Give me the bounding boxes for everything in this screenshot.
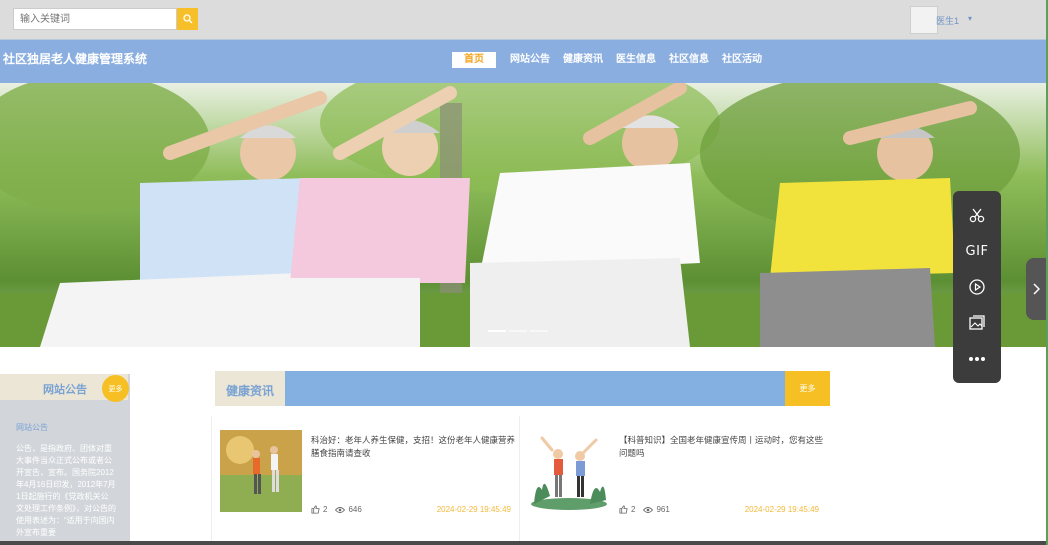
- image-button[interactable]: [953, 305, 1001, 341]
- scissors-icon: [969, 208, 985, 223]
- image-icon: [969, 315, 985, 330]
- health-news-header: 健康资讯 更多: [215, 371, 830, 406]
- news-thumbnail: [220, 430, 302, 512]
- news-card-date: 2024-02-29 19:45:49: [436, 505, 511, 514]
- carousel-dot[interactable]: [488, 330, 506, 332]
- announcement-body: 公告，是指政府、团体对重大事件当众正式公布或者公开宣告，宣布。国务院2012年4…: [16, 444, 116, 537]
- top-bar: 医生1 ▾: [0, 0, 1046, 40]
- more-button[interactable]: [953, 341, 1001, 377]
- chevron-down-icon[interactable]: ▾: [968, 14, 972, 23]
- avatar[interactable]: [910, 6, 938, 34]
- banner-carousel[interactable]: [0, 83, 1046, 347]
- nav-item-health-news[interactable]: 健康资讯: [563, 52, 603, 68]
- carousel-dot[interactable]: [509, 330, 527, 332]
- news-card[interactable]: 【科普知识】全国老年健康宣传周丨运动时，您有这些问题吗 2 961 2024-0…: [519, 416, 827, 544]
- like-count-value: 2: [323, 505, 328, 514]
- eye-icon: [335, 506, 346, 513]
- health-news-title: 健康资讯: [226, 384, 275, 398]
- announcement-title: 网站公告: [43, 384, 87, 396]
- carousel-dot[interactable]: [530, 330, 548, 332]
- news-thumbnail: [528, 430, 610, 512]
- like-count-value: 2: [631, 505, 636, 514]
- news-card[interactable]: 科治好：老年人养生保健，支招！这份老年人健康营养膳食指南请查收 2 646 20…: [211, 416, 519, 544]
- thumbs-up-icon: [311, 505, 320, 514]
- site-title: 社区独居老人健康管理系统: [3, 52, 148, 66]
- nav-bar: 社区独居老人健康管理系统 首页 网站公告 健康资讯 医生信息 社区信息 社区活动: [0, 40, 1046, 83]
- screenshot-button[interactable]: [953, 197, 1001, 233]
- news-card-title[interactable]: 科治好：老年人养生保健，支招！这份老年人健康营养膳食指南请查收: [311, 434, 516, 460]
- floating-toolbar: GIF: [953, 191, 1001, 383]
- like-count[interactable]: 2: [311, 505, 327, 514]
- nav-item-activities[interactable]: 社区活动: [722, 52, 762, 68]
- health-news-title-box: 健康资讯: [215, 371, 285, 406]
- horizontal-scrollbar[interactable]: [0, 541, 1046, 545]
- search-icon: [182, 14, 192, 24]
- search-input[interactable]: [13, 8, 177, 30]
- more-icon: [969, 357, 985, 361]
- nav-item-home[interactable]: 首页: [452, 52, 496, 68]
- chevron-right-icon: [1033, 283, 1040, 295]
- announcement-panel: 网站公告 更多 网站公告 公告，是指政府、团体对重大事件当众正式公布或者公开宣告…: [0, 374, 130, 545]
- nav-item-doctors[interactable]: 医生信息: [616, 52, 656, 68]
- news-card-date: 2024-02-29 19:45:49: [744, 505, 819, 514]
- play-icon: [969, 279, 985, 295]
- side-expand-tab[interactable]: [1026, 258, 1046, 320]
- record-button[interactable]: [953, 269, 1001, 305]
- thumbs-up-icon: [619, 505, 628, 514]
- announcement-item-title[interactable]: 网站公告: [16, 422, 48, 433]
- eye-icon: [643, 506, 654, 513]
- announcement-more-button[interactable]: 更多: [102, 375, 129, 402]
- nav-item-announcements[interactable]: 网站公告: [510, 52, 550, 68]
- user-name[interactable]: 医生1: [936, 14, 959, 27]
- view-count: 646: [335, 505, 362, 514]
- carousel-indicators: [488, 330, 551, 332]
- view-count-value: 646: [348, 505, 362, 514]
- search-button[interactable]: [177, 8, 198, 30]
- main-nav: 首页 网站公告 健康资讯 医生信息 社区信息 社区活动: [452, 52, 775, 68]
- gif-icon: GIF: [965, 243, 989, 259]
- view-count: 961: [643, 505, 670, 514]
- view-count-value: 961: [656, 505, 670, 514]
- news-card-meta: 2 961: [619, 505, 678, 514]
- news-card-meta: 2 646: [311, 505, 370, 514]
- like-count[interactable]: 2: [619, 505, 635, 514]
- news-card-title[interactable]: 【科普知识】全国老年健康宣传周丨运动时，您有这些问题吗: [619, 434, 824, 460]
- banner-image: [0, 83, 1046, 347]
- gif-button[interactable]: GIF: [953, 233, 1001, 269]
- nav-item-community[interactable]: 社区信息: [669, 52, 709, 68]
- health-news-more-button[interactable]: 更多: [785, 371, 830, 406]
